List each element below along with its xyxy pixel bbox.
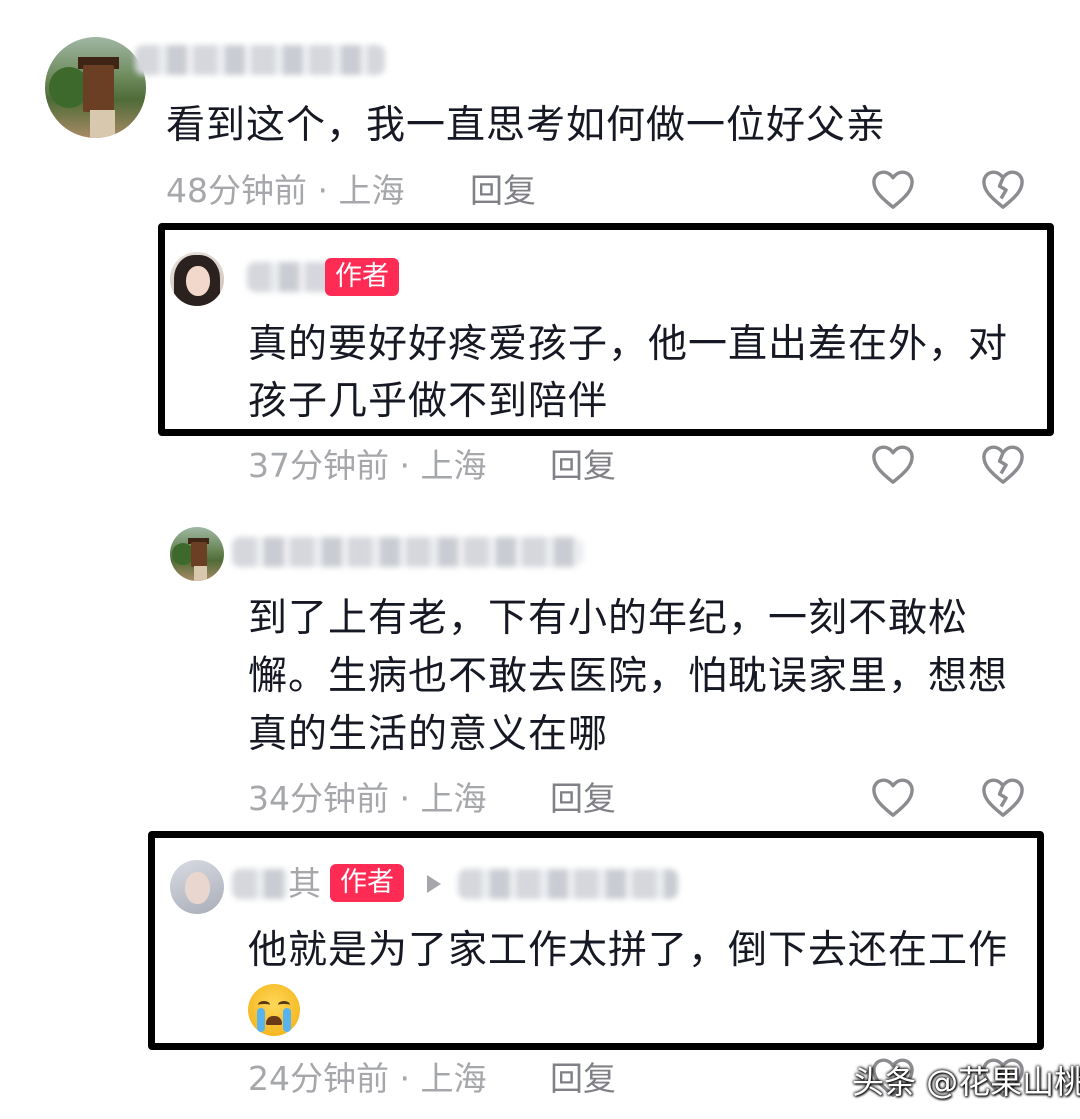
- avatar[interactable]: [170, 860, 224, 914]
- comment-time: 37分钟前 · 上海: [248, 446, 487, 485]
- blurred-username: [232, 869, 290, 899]
- dislike-broken-heart-icon[interactable]: [980, 168, 1026, 210]
- avatar[interactable]: [45, 37, 146, 138]
- watermark: 头条 @花果山桃: [852, 1063, 1080, 1101]
- reply-button[interactable]: 回复: [550, 779, 616, 819]
- comment-text-line: 到了上有老，下有小的年纪，一刻不敢松: [248, 596, 969, 641]
- loudly-crying-face-icon: [248, 984, 300, 1036]
- reply-button[interactable]: 回复: [550, 446, 616, 486]
- comment-text-line: 真的要好好疼爱孩子，他一直出差在外，对: [248, 322, 1009, 367]
- blurred-reply-target: [458, 869, 678, 899]
- comment-text-line: 孩子几乎做不到陪伴: [248, 379, 609, 424]
- avatar[interactable]: [170, 527, 224, 581]
- comment-text-line: 懈。生病也不敢去医院，怕耽误家里，想想: [248, 654, 1009, 699]
- reply-to-arrow-icon: [427, 875, 441, 893]
- like-heart-icon[interactable]: [870, 168, 916, 210]
- author-badge: 作者: [330, 864, 404, 902]
- dislike-broken-heart-icon[interactable]: [980, 776, 1026, 818]
- username-fragment: 其: [288, 864, 321, 903]
- comment-text: 他就是为了家工作太拼了，倒下去还在工作: [248, 928, 1009, 973]
- blurred-username: [232, 537, 582, 567]
- dislike-broken-heart-icon[interactable]: [980, 443, 1026, 485]
- comment-time: 24分钟前 · 上海: [248, 1059, 487, 1098]
- avatar[interactable]: [170, 252, 224, 306]
- like-heart-icon[interactable]: [870, 443, 916, 485]
- blurred-username: [247, 262, 337, 292]
- reply-button[interactable]: 回复: [470, 171, 536, 211]
- reply-button[interactable]: 回复: [550, 1059, 616, 1099]
- like-heart-icon[interactable]: [870, 776, 916, 818]
- comment-time: 34分钟前 · 上海: [248, 779, 487, 818]
- comment-text: 看到这个，我一直思考如何做一位好父亲: [166, 103, 887, 148]
- comment-text-line: 真的生活的意义在哪: [248, 712, 609, 757]
- comment-time: 48分钟前 · 上海: [166, 171, 405, 210]
- author-badge: 作者: [325, 258, 399, 296]
- blurred-username: [135, 45, 385, 75]
